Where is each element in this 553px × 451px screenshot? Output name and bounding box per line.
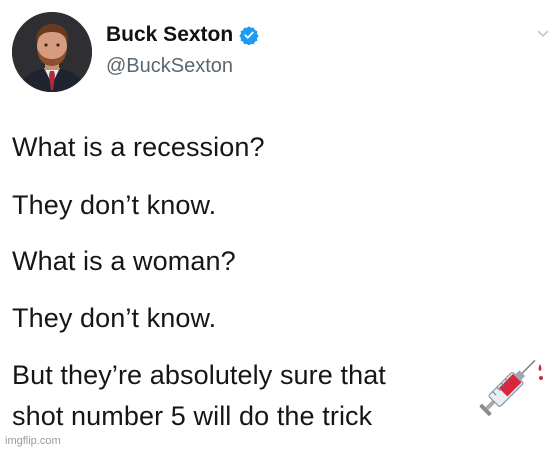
verified-badge-icon: [239, 26, 259, 45]
tweet-text-line: But they’re absolutely sure that: [12, 360, 386, 390]
tweet-text-line: What is a woman?: [12, 246, 236, 276]
author-handle[interactable]: @BuckSexton: [106, 54, 233, 78]
author-avatar[interactable]: [12, 12, 92, 92]
syringe-icon: [479, 359, 543, 416]
tweet-text-line: They don’t know.: [12, 190, 217, 220]
chevron-down-icon[interactable]: [536, 26, 550, 40]
tweet-text-line: shot number 5 will do the trick: [12, 401, 373, 431]
tweet-text-line: What is a recession?: [12, 132, 265, 162]
avatar-photo-icon: [12, 12, 92, 92]
author-display-name[interactable]: Buck Sexton: [106, 22, 233, 48]
author-name-row: Buck Sexton: [106, 22, 259, 48]
tweet-text-line: They don’t know.: [12, 303, 217, 333]
tweet-card: Buck Sexton @BuckSexton What is a recess…: [0, 0, 553, 451]
watermark: imgflip.com: [5, 435, 61, 447]
